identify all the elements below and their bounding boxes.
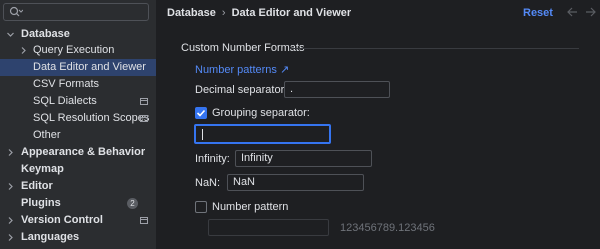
sidebar-item-label: Plugins	[21, 197, 61, 209]
grouping-separator-field[interactable]	[194, 124, 331, 144]
sidebar-item-label: Version Control	[21, 214, 103, 226]
sidebar-item-csv-formats[interactable]: CSV Formats	[0, 76, 156, 93]
forward-arrow-icon[interactable]	[585, 7, 596, 17]
sidebar-item-other[interactable]: Other	[0, 127, 156, 144]
settings-sidebar: Database Query Execution Data Editor and…	[0, 0, 157, 249]
breadcrumb: Database › Data Editor and Viewer	[167, 6, 351, 20]
decimal-separator-field[interactable]: .	[284, 81, 390, 98]
sidebar-item-label: Keymap	[21, 163, 64, 175]
sidebar-item-label: Appearance & Behavior	[21, 146, 146, 158]
sidebar-item-label: Editor	[21, 180, 53, 192]
sidebar-item-label: SQL Resolution Scopes	[33, 112, 150, 124]
sidebar-item-keymap[interactable]: Keymap	[0, 161, 156, 178]
sidebar-item-plugins[interactable]: Plugins 2	[0, 195, 156, 212]
sidebar-item-database[interactable]: Database	[0, 26, 156, 43]
back-arrow-icon[interactable]	[567, 7, 578, 17]
sidebar-item-version-control[interactable]: Version Control	[0, 212, 156, 229]
sidebar-item-label: Data Editor and Viewer	[33, 61, 146, 73]
search-icon	[9, 6, 23, 17]
sidebar-item-label: Other	[33, 129, 61, 141]
plugins-count-badge: 2	[127, 198, 138, 209]
breadcrumb-item-database[interactable]: Database	[167, 7, 216, 19]
sidebar-item-label: Database	[21, 28, 70, 40]
nan-label: NaN:	[195, 177, 221, 189]
project-level-icon	[140, 98, 148, 105]
breadcrumb-item-current: Data Editor and Viewer	[231, 7, 352, 19]
breadcrumb-separator: ›	[221, 7, 226, 19]
chevron-right-icon	[21, 47, 26, 54]
settings-search-input[interactable]	[3, 3, 149, 21]
sidebar-item-label: SQL Dialects	[33, 95, 97, 107]
sidebar-item-sql-resolution-scopes[interactable]: SQL Resolution Scopes	[0, 110, 156, 127]
infinity-field[interactable]: Infinity	[235, 150, 372, 167]
chevron-right-icon	[8, 149, 13, 156]
checkmark-icon	[196, 109, 206, 117]
decimal-separator-label: Decimal separator:	[195, 84, 288, 96]
grouping-separator-checkbox[interactable]	[195, 107, 207, 119]
chevron-right-icon	[8, 234, 13, 241]
sidebar-item-appearance-behavior[interactable]: Appearance & Behavior	[0, 144, 156, 161]
number-pattern-field	[208, 219, 329, 236]
chevron-right-icon	[8, 217, 13, 224]
chevron-right-icon	[8, 183, 13, 190]
infinity-label: Infinity:	[195, 153, 230, 165]
section-title: Custom Number Formats	[181, 42, 305, 54]
number-pattern-sample: 123456789.123456	[340, 222, 435, 234]
number-pattern-checkbox[interactable]	[195, 201, 207, 213]
sidebar-item-sql-dialects[interactable]: SQL Dialects	[0, 93, 156, 110]
text-caret	[202, 129, 203, 140]
sidebar-item-label: Languages	[21, 231, 80, 243]
sidebar-item-languages[interactable]: Languages	[0, 229, 156, 246]
number-patterns-link[interactable]: Number patterns ↗	[195, 63, 289, 76]
project-level-icon	[140, 115, 148, 122]
grouping-separator-label: Grouping separator:	[212, 107, 310, 119]
number-pattern-label: Number pattern	[212, 201, 289, 213]
sidebar-item-label: Query Execution	[33, 44, 115, 56]
settings-content-panel: Database › Data Editor and Viewer Reset Cu…	[157, 0, 600, 249]
chevron-down-icon	[7, 32, 14, 37]
project-level-icon	[140, 217, 148, 224]
section-divider	[290, 48, 579, 49]
sidebar-item-data-editor-and-viewer[interactable]: Data Editor and Viewer	[0, 59, 156, 76]
nan-field[interactable]: NaN	[227, 174, 364, 191]
sidebar-item-label: CSV Formats	[33, 78, 100, 90]
sidebar-item-query-execution[interactable]: Query Execution	[0, 42, 156, 59]
sidebar-item-editor[interactable]: Editor	[0, 178, 156, 195]
reset-button[interactable]: Reset	[523, 6, 553, 20]
